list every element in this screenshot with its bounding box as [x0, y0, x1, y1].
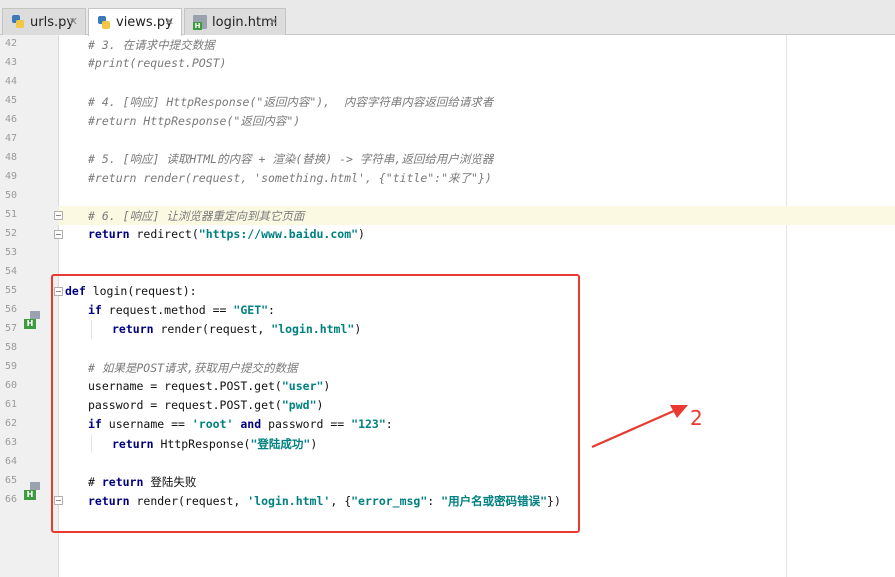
- line-number: 54: [5, 266, 18, 277]
- fold-toggle-icon[interactable]: [54, 230, 63, 239]
- code-text: # 5. [响应] 读取HTML的内容 + 渲染(替换) -> 字符串,返回给用…: [88, 152, 494, 166]
- tab-urls-py[interactable]: urls.py ✕: [2, 8, 86, 35]
- annotation-label: 2: [690, 406, 703, 430]
- code-line[interactable]: 51 # 6. [响应] 让浏览器重定向到其它页面: [0, 206, 895, 225]
- line-number: 62: [5, 418, 18, 429]
- annotation-highlight-box: [51, 274, 580, 533]
- line-number: 59: [5, 361, 18, 372]
- tab-label: login.html: [212, 14, 278, 30]
- code-line[interactable]: 50: [0, 187, 895, 206]
- code-text: #print(request.POST): [88, 56, 227, 70]
- code-line[interactable]: 43 #print(request.POST): [0, 54, 895, 73]
- line-number: 65: [5, 475, 18, 486]
- template-link-icon[interactable]: H: [24, 482, 42, 500]
- template-file-icon: [30, 482, 40, 490]
- fold-toggle-icon[interactable]: [54, 211, 63, 220]
- code-text: # 6. [响应] 让浏览器重定向到其它页面: [88, 209, 305, 223]
- code-line[interactable]: 44: [0, 73, 895, 92]
- code-text: # 3. 在请求中提交数据: [88, 38, 215, 52]
- tab-label: urls.py: [30, 14, 75, 30]
- line-number: 49: [5, 171, 18, 182]
- code-text: # 4. [响应] HttpResponse("返回内容"), 内容字符串内容返…: [88, 95, 494, 109]
- python-file-icon: [11, 15, 25, 29]
- html-badge-icon: H: [24, 490, 36, 500]
- close-icon[interactable]: ✕: [69, 15, 78, 28]
- code-line[interactable]: 52 return redirect("https://www.baidu.com…: [0, 225, 895, 244]
- line-number: 61: [5, 399, 18, 410]
- code-line[interactable]: 42 # 3. 在请求中提交数据: [0, 35, 895, 54]
- line-number: 60: [5, 380, 18, 391]
- code-line[interactable]: 45 # 4. [响应] HttpResponse("返回内容"), 内容字符串内…: [0, 92, 895, 111]
- line-number: 58: [5, 342, 18, 353]
- close-icon[interactable]: ✕: [165, 15, 174, 28]
- line-number: 53: [5, 247, 18, 258]
- line-number: 55: [5, 285, 18, 296]
- python-file-icon: [97, 15, 111, 30]
- code-line[interactable]: 47: [0, 130, 895, 149]
- tab-views-py[interactable]: views.py ✕: [88, 8, 182, 36]
- line-number: 66: [5, 494, 18, 505]
- html-badge-icon: H: [24, 319, 36, 329]
- code-text: return redirect("https://www.baidu.com"): [88, 227, 365, 241]
- line-number: 56: [5, 304, 18, 315]
- html-file-icon: [193, 15, 207, 30]
- line-number: 64: [5, 456, 18, 467]
- code-text: #return render(request, 'something.html'…: [88, 171, 492, 185]
- tab-login-html[interactable]: login.html ✕: [184, 8, 286, 35]
- line-number: 48: [5, 152, 18, 163]
- line-number: 50: [5, 190, 18, 201]
- code-line[interactable]: 48 # 5. [响应] 读取HTML的内容 + 渲染(替换) -> 字符串,返回…: [0, 149, 895, 168]
- line-number: 45: [5, 95, 18, 106]
- template-file-icon: [30, 311, 40, 319]
- line-number: 42: [5, 38, 18, 49]
- close-icon[interactable]: ✕: [269, 15, 278, 28]
- code-text: #return HttpResponse("返回内容"): [88, 114, 301, 128]
- line-number: 57: [5, 323, 18, 334]
- line-number: 51: [5, 209, 18, 220]
- line-number: 47: [5, 133, 18, 144]
- code-line[interactable]: 46 #return HttpResponse("返回内容"): [0, 111, 895, 130]
- line-number: 52: [5, 228, 18, 239]
- editor-tab-bar: urls.py ✕ views.py ✕ login.html ✕: [0, 0, 895, 36]
- template-link-icon[interactable]: H: [24, 311, 42, 329]
- code-line[interactable]: 53: [0, 244, 895, 263]
- line-number: 43: [5, 57, 18, 68]
- line-number: 44: [5, 76, 18, 87]
- line-number: 63: [5, 437, 18, 448]
- line-number: 46: [5, 114, 18, 125]
- code-line[interactable]: 49 #return render(request, 'something.htm…: [0, 168, 895, 187]
